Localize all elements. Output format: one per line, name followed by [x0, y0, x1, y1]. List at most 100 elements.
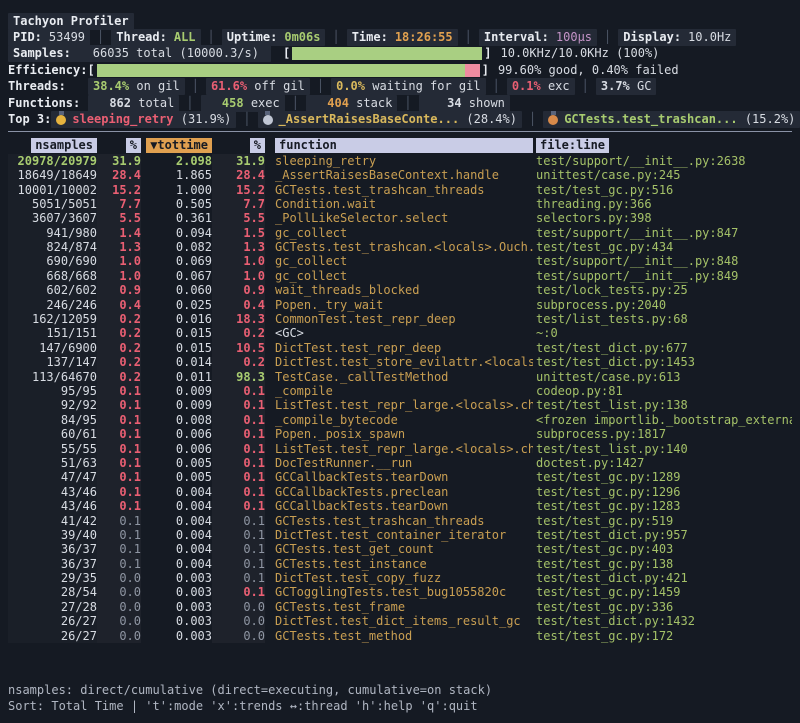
top3-function-name: _AssertRaisesBaseConte...: [279, 112, 460, 127]
tottime-cell: 0.004: [141, 514, 212, 528]
function-cell: DictTest.test_repr_deep: [275, 341, 533, 355]
function-cell: Popen._posix_spawn: [275, 427, 533, 441]
separator: │: [185, 79, 206, 94]
function-stat-text: total: [131, 96, 174, 111]
direct-pct-cell: 0.1: [97, 398, 141, 412]
thread-stat-segment: 0.0% waiting for gil: [331, 78, 486, 95]
tottime-cell: 0.006: [141, 427, 212, 441]
direct-pct-cell: 1.3: [97, 240, 141, 254]
file-line-cell: subprocess.py:2040: [536, 298, 792, 312]
direct-pct-cell: 0.0: [97, 614, 141, 628]
tottime-cell: 0.009: [141, 384, 212, 398]
file-line-cell: test/test_dict.py:421: [536, 571, 792, 585]
direct-pct-cell: 0.1: [97, 557, 141, 571]
file-line-cell: test/test_gc.py:1289: [536, 470, 792, 484]
table-row: 36/370.10.0040.1GCTests.test_get_countte…: [8, 542, 792, 556]
direct-pct-cell: 5.5: [97, 211, 141, 225]
cumulative-pct-cell: 0.1: [212, 571, 265, 585]
function-cell: GCTests.test_method: [275, 629, 533, 643]
cumulative-pct-cell: 0.1: [212, 485, 265, 499]
separator: │: [325, 30, 346, 45]
cumulative-pct-cell: 1.5: [212, 226, 265, 240]
tottime-cell: 0.004: [141, 557, 212, 571]
nsamples-cell: 55/55: [8, 442, 97, 456]
samples-rate: 10.0KHz/10.0KHz (100%): [500, 46, 659, 61]
table-row: 941/9801.40.0941.5gc_collecttest/support…: [8, 226, 792, 240]
time-label: Time:: [352, 30, 388, 45]
col-header-cumulative-pct[interactable]: %: [212, 138, 265, 153]
table-row: 3607/36075.50.3615.5_PollLikeSelector.se…: [8, 211, 792, 225]
table-row: 55/550.10.0060.1ListTest.test_repr_large…: [8, 442, 792, 456]
function-cell: GCTogglingTests.test_bug1055820c: [275, 585, 533, 599]
direct-pct-cell: 1.0: [97, 254, 141, 268]
cumulative-pct-cell: 7.7: [212, 197, 265, 211]
nsamples-cell: 5051/5051: [8, 197, 97, 211]
tottime-cell: 0.016: [141, 312, 212, 326]
interval-field: Interval:100μs: [479, 29, 597, 46]
file-line-cell: test/test_gc.py:434: [536, 240, 792, 254]
table-row: 18649/1864928.41.86528.4_AssertRaisesBas…: [8, 168, 792, 182]
thread-stat-value: 3.7%: [601, 79, 630, 94]
tottime-cell: 2.098: [141, 154, 212, 168]
tottime-cell: 0.060: [141, 283, 212, 297]
direct-pct-cell: 31.9: [97, 154, 141, 168]
file-line-cell: unittest/case.py:245: [536, 168, 792, 182]
direct-pct-cell: 0.9: [97, 283, 141, 297]
nsamples-cell: 36/37: [8, 542, 97, 556]
file-line-cell: test/support/__init__.py:847: [536, 226, 792, 240]
table-row: 5051/50517.70.5057.7Condition.waitthread…: [8, 197, 792, 211]
thread-stat-text: GC: [630, 79, 652, 94]
function-cell: _PollLikeSelector.select: [275, 211, 533, 225]
nsamples-cell: 113/64670: [8, 370, 97, 384]
separator: │: [458, 30, 479, 45]
col-header-direct-pct[interactable]: %: [97, 138, 141, 153]
separator: │: [575, 79, 596, 94]
function-cell: GCTests.test_instance: [275, 557, 533, 571]
table-row: 47/470.10.0050.1GCCallbackTests.tearDown…: [8, 470, 792, 484]
thread-stat-value: 38.4%: [93, 79, 129, 94]
table-row: 137/1470.20.0140.2DictTest.test_store_ev…: [8, 355, 792, 369]
function-cell: GCTests.test_trashcan.<locals>.Ouch....: [275, 240, 533, 254]
cumulative-pct-cell: 98.3: [212, 370, 265, 384]
separator: │: [236, 112, 257, 127]
direct-pct-cell: 1.4: [97, 226, 141, 240]
cumulative-pct-cell: 10.5: [212, 341, 265, 355]
thread-field[interactable]: Thread:ALL: [111, 29, 200, 46]
top3-item: sleeping_retry (31.9%): [51, 111, 236, 128]
separator: │: [522, 112, 543, 127]
col-header-file-line[interactable]: file:line: [536, 138, 792, 153]
function-cell: gc_collect: [275, 226, 533, 240]
efficiency-summary: 99.60% good, 0.40% failed: [498, 63, 679, 78]
tottime-cell: 0.004: [141, 542, 212, 556]
file-line-cell: test/test_dict.py:1432: [536, 614, 792, 628]
direct-pct-cell: 0.2: [97, 341, 141, 355]
function-cell: DictTest.test_dict_items_result_gc: [275, 614, 533, 628]
tottime-cell: 0.094: [141, 226, 212, 240]
col-header-tottime-sorted[interactable]: ▼tottime: [141, 138, 212, 153]
thread-stat-segment: 3.7% GC: [596, 78, 657, 95]
nsamples-cell: 824/874: [8, 240, 97, 254]
direct-pct-cell: 0.1: [97, 413, 141, 427]
cumulative-pct-cell: 0.1: [212, 542, 265, 556]
thread-label: Thread:: [116, 30, 167, 45]
efficiency-progress-bar: [97, 64, 480, 77]
function-stat-value: 862: [93, 96, 131, 111]
threads-label: Threads:: [8, 79, 88, 94]
file-line-cell: test/test_gc.py:1459: [536, 585, 792, 599]
cumulative-pct-cell: 0.1: [212, 585, 265, 599]
direct-pct-cell: 28.4: [97, 168, 141, 182]
pid-field: PID:53499: [8, 29, 90, 46]
col-header-nsamples[interactable]: nsamples: [8, 138, 97, 153]
col-header-function[interactable]: function: [275, 138, 533, 153]
file-line-cell: test/test_gc.py:1296: [536, 485, 792, 499]
thread-stat-value: 0.1%: [512, 79, 541, 94]
tottime-cell: 0.006: [141, 442, 212, 456]
nsamples-cell: 3607/3607: [8, 211, 97, 225]
bronze-medal-icon: [548, 115, 558, 125]
tottime-cell: 0.004: [141, 499, 212, 513]
file-line-cell: subprocess.py:1817: [536, 427, 792, 441]
nsamples-cell: 43/46: [8, 485, 97, 499]
cumulative-pct-cell: 15.2: [212, 183, 265, 197]
nsamples-cell: 60/61: [8, 427, 97, 441]
direct-pct-cell: 0.1: [97, 470, 141, 484]
